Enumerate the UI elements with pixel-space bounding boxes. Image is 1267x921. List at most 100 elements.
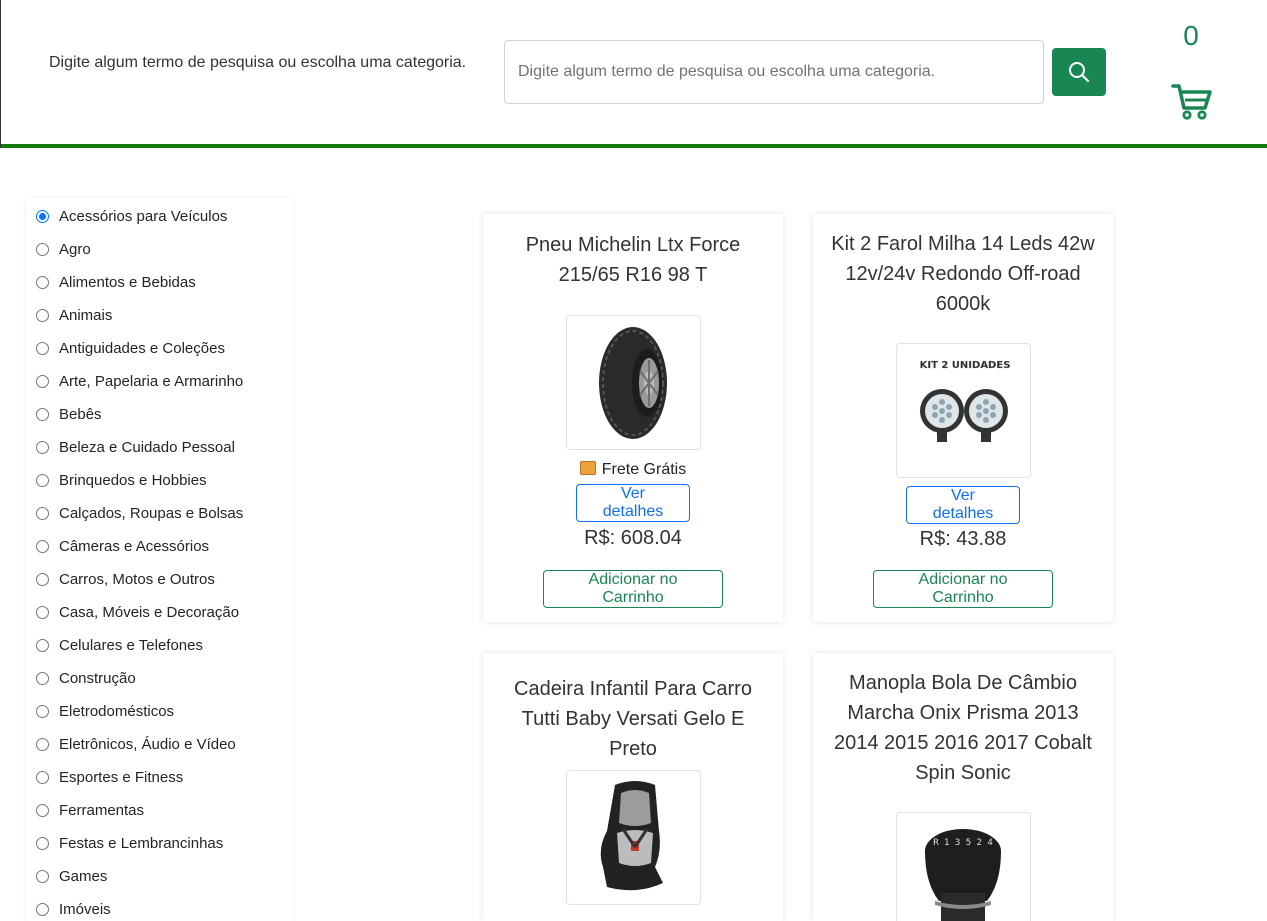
category-item[interactable]: Arte, Papelaria e Armarinho — [36, 371, 243, 391]
category-radio[interactable] — [36, 506, 49, 520]
category-label: Esportes e Fitness — [59, 768, 184, 786]
category-radio[interactable] — [36, 374, 49, 388]
category-radio[interactable] — [36, 572, 49, 586]
product-title: Manopla Bola De Câmbio Marcha Onix Prism… — [833, 672, 1092, 784]
category-label: Festas e Lembrancinhas — [59, 834, 224, 852]
image-caption: KIT 2 UNIDADES — [920, 360, 1011, 371]
product-price: R$: 608.04 — [584, 527, 682, 549]
product-title: Pneu Michelin Ltx Force 215/65 R16 98 T — [525, 234, 741, 286]
category-radio[interactable] — [36, 209, 49, 223]
category-radio[interactable] — [36, 836, 49, 850]
category-item[interactable]: Bebês — [36, 404, 102, 424]
category-item[interactable]: Imóveis — [36, 899, 111, 919]
product-card: Manopla Bola De Câmbio Marcha Onix Prism… — [813, 653, 1113, 921]
category-item[interactable]: Eletrônicos, Áudio e Vídeo — [36, 734, 236, 754]
category-label: Bebês — [59, 405, 102, 423]
search-button[interactable] — [1052, 48, 1106, 96]
search-hint-text: Digite algum termo de pesquisa ou escolh… — [49, 54, 467, 71]
category-radio[interactable] — [36, 671, 49, 685]
category-item[interactable]: Ferramentas — [36, 800, 144, 820]
search-icon — [1069, 62, 1090, 83]
category-item[interactable]: Antiguidades e Coleções — [36, 338, 225, 358]
category-radio[interactable] — [36, 803, 49, 817]
view-details-button[interactable]: Ver detalhes — [906, 486, 1020, 524]
shopping-cart-icon[interactable] — [1171, 82, 1213, 120]
category-label: Acessórios para Veículos — [59, 207, 228, 225]
add-to-cart-button[interactable]: Adicionar no Carrinho — [543, 570, 723, 608]
category-radio[interactable] — [36, 308, 49, 322]
product-card: Pneu Michelin Ltx Force 215/65 R16 98 T … — [483, 214, 783, 622]
gear-knob-icon: R 1 3 5 2 4 — [925, 829, 1001, 921]
free-shipping-label: Frete Grátis — [483, 461, 783, 479]
category-label: Eletrônicos, Áudio e Vídeo — [59, 735, 236, 753]
category-label: Beleza e Cuidado Pessoal — [59, 438, 235, 456]
category-label: Câmeras e Acessórios — [59, 537, 210, 555]
category-item[interactable]: Brinquedos e Hobbies — [36, 470, 207, 490]
category-item[interactable]: Carros, Motos e Outros — [36, 569, 215, 589]
category-item[interactable]: Calçados, Roupas e Bolsas — [36, 503, 243, 523]
category-label: Arte, Papelaria e Armarinho — [59, 372, 244, 390]
product-price: R$: 43.88 — [919, 528, 1007, 550]
header: Digite algum termo de pesquisa ou escolh… — [0, 0, 1267, 148]
category-label: Games — [59, 867, 108, 885]
category-radio[interactable] — [36, 407, 49, 421]
product-image[interactable]: KIT 2 UNIDADES — [896, 343, 1031, 478]
category-item[interactable]: Casa, Móveis e Decoração — [36, 602, 239, 622]
product-card: Cadeira Infantil Para Carro Tutti Baby V… — [483, 653, 783, 921]
category-label: Carros, Motos e Outros — [59, 570, 215, 588]
category-label: Imóveis — [59, 900, 111, 918]
category-radio[interactable] — [36, 341, 49, 355]
category-label: Celulares e Telefones — [59, 636, 203, 654]
product-title: Cadeira Infantil Para Carro Tutti Baby V… — [514, 678, 752, 760]
product-card: Kit 2 Farol Milha 14 Leds 42w 12v/24v Re… — [813, 214, 1113, 622]
led-light-icon: KIT 2 UNIDADES — [915, 356, 1015, 442]
category-label: Brinquedos e Hobbies — [59, 471, 207, 489]
category-item[interactable]: Eletrodomésticos — [36, 701, 174, 721]
category-radio[interactable] — [36, 275, 49, 289]
category-item[interactable]: Construção — [36, 668, 136, 688]
category-item[interactable]: Festas e Lembrancinhas — [36, 833, 223, 853]
add-to-cart-button[interactable]: Adicionar no Carrinho — [873, 570, 1053, 608]
category-label: Agro — [59, 240, 91, 258]
free-shipping-text: Frete Grátis — [601, 461, 687, 478]
category-item[interactable]: Games — [36, 866, 107, 886]
search-input[interactable] — [504, 40, 1044, 104]
category-radio[interactable] — [36, 473, 49, 487]
category-label: Casa, Móveis e Decoração — [59, 603, 240, 621]
category-radio[interactable] — [36, 605, 49, 619]
category-item[interactable]: Beleza e Cuidado Pessoal — [36, 437, 235, 457]
category-item[interactable]: Esportes e Fitness — [36, 767, 183, 787]
category-item[interactable]: Alimentos e Bebidas — [36, 272, 196, 292]
view-details-button[interactable]: Ver detalhes — [576, 484, 690, 522]
category-item[interactable]: Câmeras e Acessórios — [36, 536, 209, 556]
image-caption: R 1 3 5 2 4 — [933, 838, 993, 848]
category-sidebar: Acessórios para Veículos Agro Alimentos … — [26, 198, 293, 921]
category-radio[interactable] — [36, 638, 49, 652]
product-image[interactable] — [566, 770, 701, 905]
product-image[interactable]: R 1 3 5 2 4 — [896, 812, 1031, 921]
category-radio[interactable] — [36, 902, 49, 916]
category-radio[interactable] — [36, 704, 49, 718]
category-label: Ferramentas — [59, 801, 145, 819]
category-radio[interactable] — [36, 440, 49, 454]
tire-icon — [599, 327, 667, 439]
category-radio[interactable] — [36, 242, 49, 256]
category-radio[interactable] — [36, 539, 49, 553]
category-label: Antiguidades e Coleções — [59, 339, 225, 357]
category-label: Construção — [59, 669, 136, 687]
category-item[interactable]: Animais — [36, 305, 112, 325]
category-label: Alimentos e Bebidas — [59, 273, 196, 291]
category-item[interactable]: Agro — [36, 239, 91, 259]
category-item[interactable]: Acessórios para Veículos — [36, 206, 227, 226]
category-label: Calçados, Roupas e Bolsas — [59, 504, 244, 522]
package-icon — [579, 461, 596, 475]
category-label: Eletrodomésticos — [59, 702, 175, 720]
category-radio[interactable] — [36, 737, 49, 751]
car-seat-icon — [600, 781, 663, 891]
product-title: Kit 2 Farol Milha 14 Leds 42w 12v/24v Re… — [831, 233, 1095, 315]
cart-count: 0 — [1183, 20, 1199, 51]
category-radio[interactable] — [36, 770, 49, 784]
product-image[interactable] — [566, 315, 701, 450]
category-item[interactable]: Celulares e Telefones — [36, 635, 203, 655]
category-radio[interactable] — [36, 869, 49, 883]
